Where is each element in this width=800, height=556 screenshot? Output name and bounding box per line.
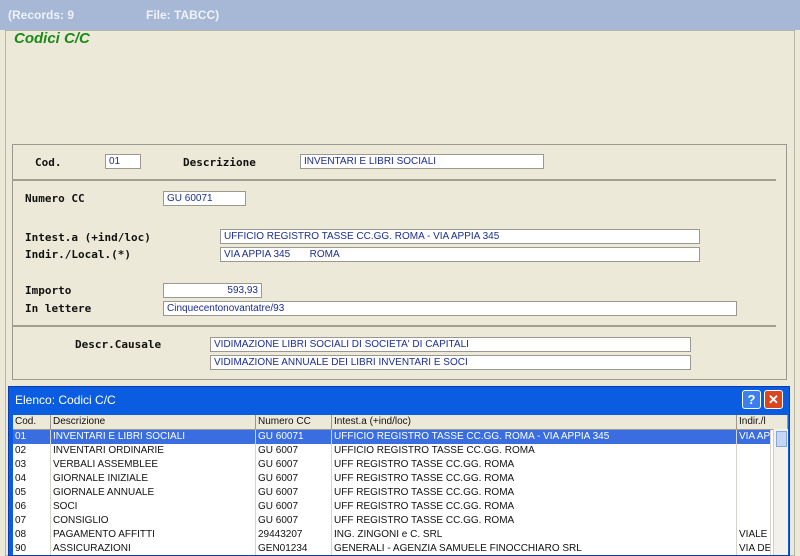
numero-cc-cell: GU 6007 [256,486,332,500]
intestazione-cell: UFF REGISTRO TASSE CC.GG. ROMA [332,486,737,500]
descrizione-cell: GIORNALE ANNUALE [51,486,256,500]
cod-cell: 06 [13,500,51,514]
intestazione-cell: UFF REGISTRO TASSE CC.GG. ROMA [332,514,737,528]
intestazione-cell: UFFICIO REGISTRO TASSE CC.GG. ROMA - VIA… [332,430,737,444]
numero-cc-cell: GU 6007 [256,458,332,472]
cod-cell: 90 [13,542,51,555]
file-name: File: TABCC) [146,8,220,22]
descrizione-cell: CONSIGLIO [51,514,256,528]
column-header-indirizzo[interactable]: Indir./l [737,415,788,429]
table-row[interactable]: 90 ASSICURAZIONI GEN01234 GENERALI - AGENZI… [13,542,771,555]
in-lettere-field[interactable]: Cinquecentonovantatre/93 [163,301,737,316]
elenco-grid: Cod. Descrizione Numero CC Intest.a (+in… [13,415,788,555]
intestazione-field[interactable]: UFFICIO REGISTRO TASSE CC.GG. ROMA - VIA… [220,229,700,244]
column-header-cod[interactable]: Cod. [13,415,51,429]
numero-cc-label: Numero CC [25,192,85,205]
indirizzo-cell: VIA DE [739,542,771,555]
intestazione-cell: GENERALI - AGENZIA SAMUELE FINOCCHIARO S… [332,542,737,555]
indirizzo-label: Indir./Local.(*) [25,248,131,261]
cod-cell: 07 [13,514,51,528]
table-row[interactable]: 07 CONSIGLIO GU 6007 UFF REGISTRO TASSE CC.… [13,514,771,528]
descrizione-cell: ASSICURAZIONI [51,542,256,555]
numero-cc-cell: GU 6007 [256,472,332,486]
numero-cc-cell: GU 6007 [256,444,332,458]
indirizzo-cell [737,458,771,472]
column-header-intestazione[interactable]: Intest.a (+ind/loc) [332,415,737,429]
intestazione-cell: UFF REGISTRO TASSE CC.GG. ROMA [332,458,737,472]
descrizione-cell: PAGAMENTO AFFITTI [51,528,256,542]
causale-line2-field[interactable]: VIDIMAZIONE ANNUALE DEI LIBRI INVENTARI … [210,355,691,370]
table-row[interactable]: 05 GIORNALE ANNUALE GU 6007 UFF REGISTRO TA… [13,486,771,500]
numero-cc-cell: GEN01234 [256,542,332,555]
descrizione-cell: INVENTARI E LIBRI SOCIALI [51,430,256,444]
numero-cc-cell: GU 60071 [256,430,332,444]
indirizzo-cell [737,486,771,500]
help-icon[interactable]: ? [742,390,761,409]
causale-line1-field[interactable]: VIDIMAZIONE LIBRI SOCIALI DI SOCIETA' DI… [210,337,691,352]
descrizione-cell: INVENTARI ORDINARIE [51,444,256,458]
intestazione-cell: UFFICIO REGISTRO TASSE CC.GG. ROMA [332,444,737,458]
descrizione-cell: GIORNALE INIZIALE [51,472,256,486]
cod-cell: 05 [13,486,51,500]
intestazione-cell: UFF REGISTRO TASSE CC.GG. ROMA [332,500,737,514]
table-row[interactable]: 06 SOCI GU 6007 UFF REGISTRO TASSE CC.GG. R… [13,500,771,514]
intestazione-cell: ING. ZINGONI e C. SRL [332,528,737,542]
descrizione-label: Descrizione [183,156,256,169]
window-titlebar: (Records: 9 File: TABCC) [0,0,800,30]
indirizzo-field[interactable]: VIA APPIA 345 ROMA [220,247,700,262]
table-row[interactable]: 01 INVENTARI E LIBRI SOCIALI GU 60071 UFFIC… [13,430,771,444]
intestazione-cell: UFF REGISTRO TASSE CC.GG. ROMA [332,472,737,486]
numero-cc-cell: 29443207 [256,528,332,542]
intestazione-label: Intest.a (+ind/loc) [25,231,151,244]
table-row[interactable]: 04 GIORNALE INIZIALE GU 6007 UFF REGISTRO T… [13,472,771,486]
in-lettere-label: In lettere [25,302,92,315]
vertical-scrollbar[interactable] [773,429,788,555]
numero-cc-cell: GU 6007 [256,500,332,514]
numero-cc-cell: GU 6007 [256,514,332,528]
importo-label: Importo [25,284,72,297]
elenco-title: Elenco: Codici C/C [15,393,116,407]
importo-field[interactable]: 593,93 [163,283,262,298]
scrollbar-thumb[interactable] [776,431,787,447]
indirizzo-cell [737,500,771,514]
table-row[interactable]: 08 PAGAMENTO AFFITTI 29443207 ING. ZINGONI … [13,528,771,542]
column-header-numero-cc[interactable]: Numero CC [256,415,332,429]
numero-cc-field[interactable]: GU 60071 [163,191,246,206]
cod-cell: 01 [13,430,51,444]
table-row[interactable]: 03 VERBALI ASSEMBLEE GU 6007 UFF REGISTRO T… [13,458,771,472]
descrizione-cell: SOCI [51,500,256,514]
cod-field[interactable]: 01 [105,154,141,169]
indirizzo-cell [737,472,771,486]
cod-cell: 04 [13,472,51,486]
descrizione-field[interactable]: INVENTARI E LIBRI SOCIALI [300,154,544,169]
cod-label: Cod. [35,156,62,169]
descr-causale-label: Descr.Causale [75,338,162,351]
elenco-window: Elenco: Codici C/C ? ✕ Cod. Descrizione … [8,386,790,556]
indirizzo-cell: VIA AP [739,430,771,444]
divider [12,325,776,327]
cod-cell: 02 [13,444,51,458]
table-row[interactable]: 02 INVENTARI ORDINARIE GU 6007 UFFICIO REGI… [13,444,771,458]
cod-cell: 03 [13,458,51,472]
descrizione-cell: VERBALI ASSEMBLEE [51,458,256,472]
indirizzo-cell [737,514,771,528]
records-count: (Records: 9 [8,8,75,22]
column-header-descrizione[interactable]: Descrizione [51,415,256,429]
page-title: Codici C/C [14,30,90,47]
divider [12,179,776,181]
cod-cell: 08 [13,528,51,542]
grid-header: Cod. Descrizione Numero CC Intest.a (+in… [13,415,788,430]
indirizzo-cell: VIALE [737,528,771,542]
close-icon[interactable]: ✕ [764,390,783,409]
indirizzo-cell [737,444,771,458]
